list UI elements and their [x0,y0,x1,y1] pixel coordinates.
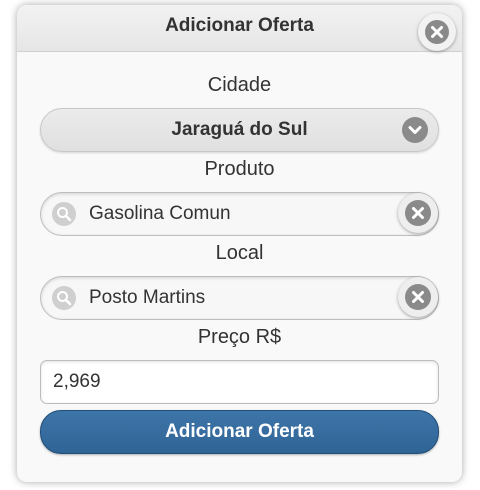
preco-label: Preço R$ [197,326,282,348]
dialog-header: Adicionar Oferta [17,5,462,52]
clear-icon [405,284,431,310]
clear-icon [405,200,431,226]
local-clear-button[interactable] [398,277,438,317]
add-offer-button-label: Adicionar Oferta [165,421,314,442]
preco-input[interactable]: 2,969 [40,360,439,404]
add-offer-dialog: Adicionar Oferta Cidade Jaraguá do Sul P… [17,5,462,482]
close-icon [425,20,449,44]
produto-value: Gasolina Comun [89,203,231,224]
local-label: Local [215,242,264,264]
add-offer-button[interactable]: Adicionar Oferta [40,410,439,454]
produto-label: Produto [204,158,275,180]
produto-clear-button[interactable] [398,193,438,233]
chevron-down-icon [402,117,428,143]
local-value: Posto Martins [89,287,206,308]
local-search-input[interactable]: Posto Martins [40,276,439,320]
close-button[interactable] [418,13,456,51]
search-icon [52,286,76,310]
produto-search-input[interactable]: Gasolina Comun [40,192,439,236]
cidade-label: Cidade [207,74,272,96]
search-icon [52,202,76,226]
cidade-selected-value: Jaraguá do Sul [171,119,308,140]
cidade-select[interactable]: Jaraguá do Sul [40,108,439,152]
preco-value: 2,969 [53,371,101,392]
dialog-title: Adicionar Oferta [165,15,314,36]
